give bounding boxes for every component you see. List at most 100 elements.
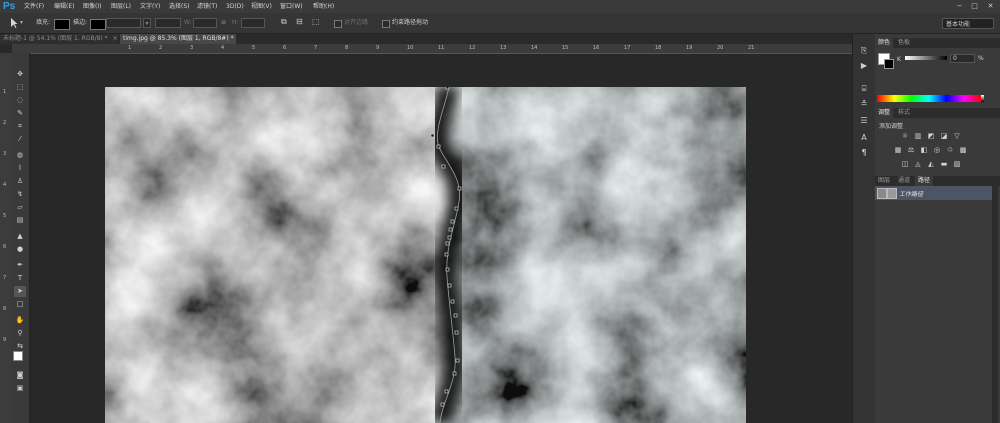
gradient-tool-icon[interactable]: ▤ — [14, 215, 26, 226]
color-ramp-bw[interactable] — [981, 95, 984, 102]
tab-adjustments[interactable]: 调整 — [875, 108, 894, 118]
path-alignment-icon[interactable]: ⊟ — [296, 17, 303, 26]
properties-icon[interactable]: ☰ — [859, 116, 869, 126]
vibrance-icon[interactable]: ▽ — [953, 132, 961, 140]
menu-type[interactable]: 文字(Y) — [140, 0, 160, 13]
dodge-tool-icon[interactable]: ● — [14, 244, 26, 255]
play-action-icon[interactable]: ▶ — [859, 61, 869, 71]
menu-edit[interactable]: 编辑(E) — [54, 0, 74, 13]
move-tool-icon[interactable]: ✥ — [14, 69, 26, 80]
quick-select-tool-icon[interactable]: ✎ — [14, 108, 26, 119]
menu-help[interactable]: 帮助(H) — [313, 0, 334, 13]
menu-3d[interactable]: 3D(D) — [226, 0, 244, 13]
color-panel-tabs: 颜色 色板 — [875, 38, 1000, 48]
invert-icon[interactable]: ◫ — [901, 160, 909, 168]
workspace-select[interactable]: 基本功能 — [942, 18, 994, 29]
brush-presets-icon[interactable]: ⌸ — [859, 84, 869, 94]
menu-layer[interactable]: 图层(L) — [111, 0, 131, 13]
gradient-map-icon[interactable]: ▬ — [940, 160, 948, 168]
eyedropper-tool-icon[interactable]: ⁄ — [14, 134, 26, 145]
height-field[interactable] — [241, 18, 265, 28]
ruler-horizontal[interactable]: 1 2 3 4 5 6 7 8 9 10 11 12 13 14 15 16 17 18 19 20 21 — [12, 44, 852, 54]
width-field[interactable] — [193, 18, 217, 28]
character-icon[interactable]: A — [859, 133, 869, 143]
minimize-icon[interactable]: − — [955, 2, 964, 10]
tab-paths[interactable]: 路径 — [915, 176, 934, 186]
crop-tool-icon[interactable]: ⌗ — [14, 121, 26, 132]
link-icon[interactable]: ⊖ — [221, 18, 226, 27]
align-edges-checkbox[interactable] — [334, 20, 342, 28]
ruler-left-number: 6 — [3, 244, 7, 250]
maximize-icon[interactable]: □ — [970, 2, 979, 10]
document-canvas[interactable] — [105, 87, 746, 423]
ruler-top-number: 8 — [345, 45, 349, 51]
path-operations-icon[interactable]: ⧉ — [281, 17, 287, 26]
clone-source-icon[interactable]: ≛ — [859, 99, 869, 109]
color-balance-icon[interactable]: ⚖ — [907, 146, 915, 154]
path-selection-tool-icon[interactable] — [9, 17, 19, 29]
tab-swatches[interactable]: 色板 — [895, 38, 913, 48]
pen-tool-icon[interactable]: ✒ — [14, 260, 26, 271]
color-background-swatch[interactable] — [884, 59, 894, 69]
quick-mask-icon[interactable]: ◙ — [14, 370, 26, 381]
selective-color-icon[interactable]: ▨ — [953, 160, 961, 168]
k-value-field[interactable]: 0 — [950, 54, 975, 63]
hue-saturation-icon[interactable]: ▦ — [894, 146, 902, 154]
color-ramp[interactable] — [877, 95, 981, 102]
paragraph-icon[interactable]: ¶ — [859, 148, 869, 158]
black-white-icon[interactable]: ◧ — [920, 146, 928, 154]
rectangle-tool-icon[interactable]: □ — [14, 299, 26, 310]
paths-scrollbar[interactable] — [992, 186, 998, 423]
color-lookup-icon[interactable]: ▩ — [959, 146, 967, 154]
curves-icon[interactable]: ◩ — [927, 132, 935, 140]
exposure-icon[interactable]: ◪ — [940, 132, 948, 140]
tab-close-icon[interactable]: × — [113, 35, 118, 42]
blur-tool-icon[interactable]: ▲ — [14, 231, 26, 242]
tab-styles[interactable]: 样式 — [895, 108, 913, 118]
path-arrangement-icon[interactable]: ⬚ — [312, 17, 320, 26]
lasso-tool-icon[interactable]: ◌ — [14, 95, 26, 106]
brightness-icon[interactable]: ☼ — [901, 132, 909, 140]
constrain-path-checkbox[interactable] — [382, 20, 390, 28]
fill-swatch[interactable] — [54, 19, 70, 30]
k-slider[interactable] — [905, 56, 947, 60]
menu-file[interactable]: 文件(F) — [24, 0, 44, 13]
zoom-tool-icon[interactable]: ⚲ — [14, 328, 26, 339]
path-thumbnail — [877, 188, 887, 199]
history-icon[interactable]: ⎘ — [859, 46, 869, 56]
foreground-color-swatch[interactable] — [13, 351, 23, 361]
tab-timg[interactable]: timg.jpg @ 85.3% (图层 1, RGB/8#) * × — [120, 34, 236, 44]
path-row-work-path[interactable]: 工作路径 — [875, 186, 992, 200]
stroke-swatch[interactable] — [90, 19, 106, 30]
stroke-width-field[interactable] — [106, 18, 141, 28]
menu-select[interactable]: 选择(S) — [169, 0, 190, 13]
menu-window[interactable]: 窗口(W) — [280, 0, 303, 13]
menu-image[interactable]: 图像(I) — [83, 0, 101, 13]
posterize-icon[interactable]: ◬ — [914, 160, 922, 168]
close-icon[interactable]: ✕ — [986, 2, 995, 10]
tab-color[interactable]: 颜色 — [875, 38, 894, 48]
clone-stamp-tool-icon[interactable]: ♙ — [14, 176, 26, 187]
stroke-type-field[interactable] — [155, 18, 181, 28]
tab-untitled-1[interactable]: 未标题-1 @ 54.1% (图层 1, RGB/8) * × — [0, 34, 118, 44]
tab-layers[interactable]: 图层 — [875, 176, 893, 186]
tab-channels[interactable]: 通道 — [895, 176, 913, 186]
tab-label: 未标题-1 @ 54.1% (图层 1, RGB/8) * — [3, 35, 108, 42]
eraser-tool-icon[interactable]: ▱ — [14, 202, 26, 213]
healing-brush-tool-icon[interactable]: ◍ — [14, 150, 26, 161]
hand-tool-icon[interactable]: ✋ — [14, 315, 26, 326]
menu-view[interactable]: 视图(V) — [251, 0, 272, 13]
screen-mode-icon[interactable]: ▣ — [14, 383, 26, 394]
levels-icon[interactable]: ▥ — [914, 132, 922, 140]
channel-mixer-icon[interactable]: ♲ — [946, 146, 954, 154]
menu-filter[interactable]: 滤镜(T) — [197, 0, 217, 13]
marquee-tool-icon[interactable]: ⬚ — [14, 82, 26, 93]
type-tool-icon[interactable]: T — [14, 273, 26, 284]
photo-filter-icon[interactable]: ◎ — [933, 146, 941, 154]
history-brush-tool-icon[interactable]: ↯ — [14, 189, 26, 200]
tool-preset-chevron-icon[interactable]: ▾ — [20, 18, 23, 27]
threshold-icon[interactable]: ◭ — [927, 160, 935, 168]
brush-tool-icon[interactable]: ⌇ — [14, 163, 26, 174]
path-selection-tool-icon[interactable]: ➤ — [14, 286, 26, 297]
stroke-width-dropdown-icon[interactable]: ▾ — [143, 18, 151, 28]
